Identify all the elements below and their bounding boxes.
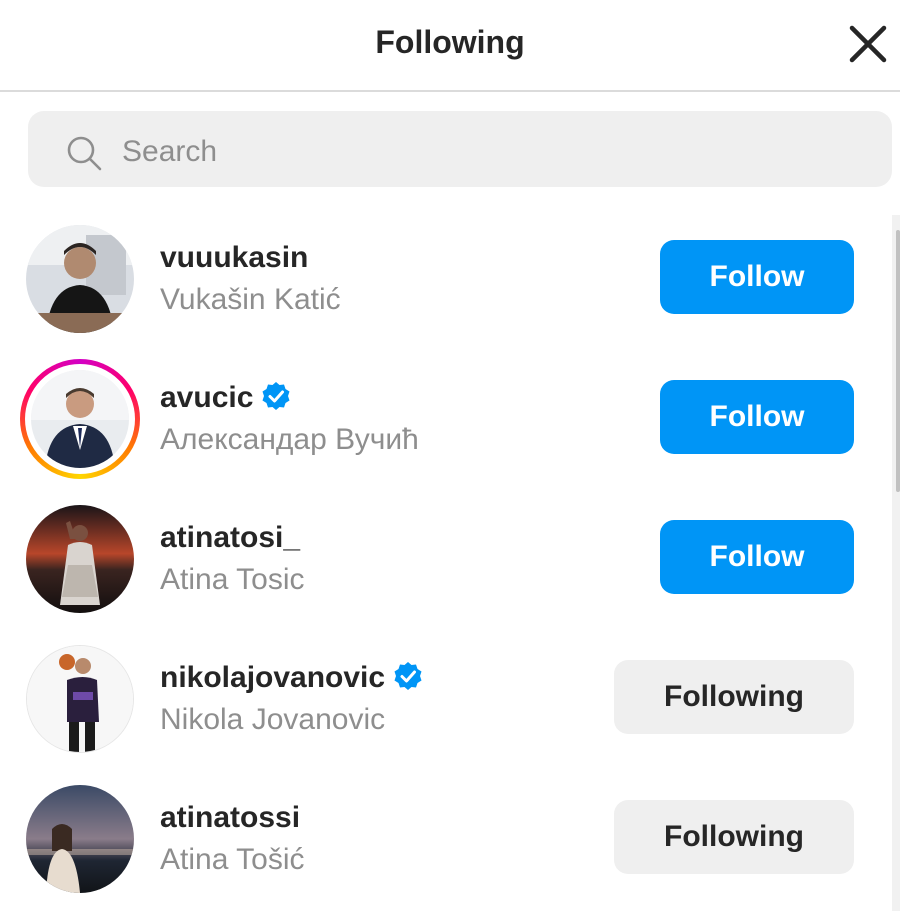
close-icon — [849, 25, 887, 63]
list-item: atinatosi_ Atina Tosic Follow — [0, 485, 890, 625]
search-input[interactable] — [122, 128, 862, 176]
dialog-header: Following — [0, 0, 900, 92]
search-icon — [67, 136, 102, 171]
avatar[interactable] — [26, 785, 134, 893]
username[interactable]: nikolajovanovic — [160, 661, 423, 695]
list-item: avucic Александар Вучић Follow — [0, 345, 890, 485]
verified-badge-icon — [262, 382, 290, 410]
username[interactable]: atinatossi — [160, 801, 300, 835]
following-list: vuuukasin Vukašin Katić Follow avucic Ал… — [0, 205, 900, 911]
username[interactable]: vuuukasin — [160, 241, 308, 275]
avatar[interactable] — [31, 370, 129, 468]
verified-badge-icon — [394, 662, 422, 690]
full-name: Nikola Jovanovic — [160, 703, 386, 736]
follow-button[interactable]: Follow — [660, 520, 854, 594]
full-name: Atina Tošić — [160, 843, 305, 876]
list-item: atinatossi Atina Tošić Following — [0, 765, 890, 905]
avatar[interactable] — [26, 225, 134, 333]
list-item: vuuukasin Vukašin Katić Follow — [0, 205, 890, 345]
username[interactable]: avucic — [160, 381, 291, 415]
avatar[interactable] — [26, 505, 134, 613]
follow-button[interactable]: Follow — [660, 380, 854, 454]
scrollbar-thumb[interactable] — [896, 230, 900, 492]
list-item: nikolajovanovic Nikola Jovanovic Followi… — [0, 625, 890, 765]
dialog-title: Following — [375, 24, 525, 60]
full-name: Александар Вучић — [160, 423, 419, 456]
full-name: Vukašin Katić — [160, 283, 341, 316]
following-button[interactable]: Following — [614, 800, 854, 874]
follow-button[interactable]: Follow — [660, 240, 854, 314]
username[interactable]: atinatosi_ — [160, 521, 300, 555]
full-name: Atina Tosic — [160, 563, 305, 596]
following-dialog: Following Search vuuukasin Vukašin Katić… — [0, 0, 900, 911]
avatar[interactable] — [26, 645, 134, 753]
following-button[interactable]: Following — [614, 660, 854, 734]
close-button[interactable] — [846, 22, 890, 66]
